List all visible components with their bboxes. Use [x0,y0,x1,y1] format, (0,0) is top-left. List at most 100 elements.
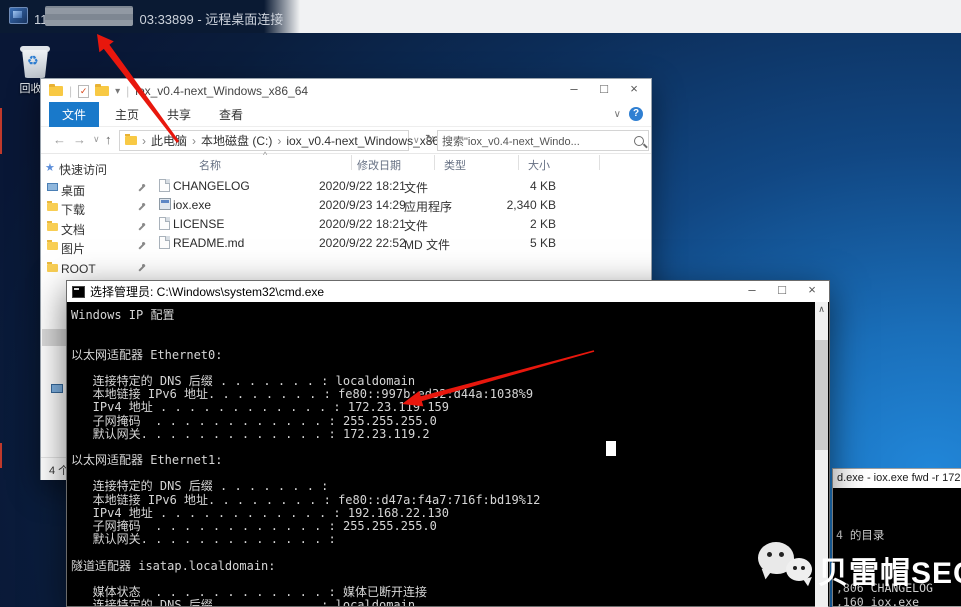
rdp-titlebar[interactable]: 1103:33899 - 远程桌面连接 [0,0,961,33]
folder-icon [47,264,58,272]
file-icon [159,217,170,230]
forward-icon[interactable]: → [73,132,86,147]
tab-home[interactable]: 主页 [103,102,151,127]
pin-icon [137,223,146,232]
file-row-changelog[interactable]: CHANGELOG 2020/9/22 18:21 文件 4 KB [153,177,651,195]
sidebar-item-pictures[interactable]: 图片 [42,238,152,256]
close-button[interactable]: × [619,80,649,100]
desktop-icon [47,183,58,191]
breadcrumb-this-pc[interactable]: 此电脑 [151,132,187,149]
sidebar-item-downloads[interactable]: 下载 [42,199,152,217]
cmd-window: 选择管理员: C:\Windows\system32\cmd.exe – □ ×… [66,280,830,607]
column-type[interactable]: 类型 [444,157,466,173]
console-line: 本地链接 IPv6 地址. . . . . . . . : fe80::d47a… [71,494,816,507]
column-size[interactable]: 大小 [528,157,550,173]
watermark-text: 贝雷帽SEC [818,548,961,592]
console-line: IPv4 地址 . . . . . . . . . . . . : 172.23… [71,401,816,414]
ribbon-tabs: 文件 主页 共享 查看 [41,103,651,127]
console-line: 连接特定的 DNS 后缀 . . . . . . . : localdomain [71,599,816,606]
sort-asc-icon: ^ [263,150,267,160]
file-row-readme[interactable]: README.md 2020/9/22 22:52 MD 文件 5 KB [153,234,651,252]
redacted-ip-mosaic [45,6,133,26]
column-headers: 名称 ^ 修改日期 类型 大小 [153,154,651,172]
explorer-window-controls: – □ × [559,80,649,100]
console-line [71,546,816,559]
exe-file-icon [159,198,171,210]
screen-edge-artifact [0,108,2,154]
tab-view[interactable]: 查看 [207,102,255,127]
search-input[interactable]: 搜索"iox_v0.4-next_Windo... [437,130,649,151]
breadcrumb[interactable]: › 此电脑 › 本地磁盘 (C:) › iox_v0.4-next_Window… [119,130,409,151]
minimize-button[interactable]: – [737,281,767,300]
console-line [71,322,816,335]
console-line [71,573,816,586]
pin-icon [137,203,146,212]
search-icon [634,136,644,146]
scroll-up-icon[interactable]: ∧ [815,302,828,316]
star-icon: ★ [45,161,55,174]
console-line: Windows IP 配置 [71,309,816,322]
console-line: 子网掩码 . . . . . . . . . . . . : 255.255.2… [71,415,816,428]
up-icon[interactable]: ↑ [105,132,112,147]
column-date[interactable]: 修改日期 [357,157,401,173]
pin-icon [137,242,146,251]
cmd-titlebar[interactable]: 选择管理员: C:\Windows\system32\cmd.exe [67,281,829,302]
new-folder-icon[interactable] [95,86,109,96]
console-line [71,362,816,375]
minimize-button[interactable]: – [559,80,589,100]
file-row-iox-exe[interactable]: iox.exe 2020/9/23 14:29 应用程序 2,340 KB [153,196,651,214]
maximize-button[interactable]: □ [767,281,797,300]
sidebar-item-root[interactable]: ROOT [42,260,152,278]
recycle-icon: ♻ [27,54,39,67]
this-pc-icon [51,384,63,393]
breadcrumb-drive-c[interactable]: 本地磁盘 (C:) [201,132,272,149]
sidebar-item-desktop[interactable]: 桌面 [42,180,152,198]
file-icon [159,179,170,192]
cmd-icon [72,286,85,298]
address-bar: ← → ∨ ↑ › 此电脑 › 本地磁盘 (C:) › iox_v0.4-nex… [41,127,651,154]
recent-locations-icon[interactable]: ∨ [93,134,100,145]
console-line [71,335,816,348]
watermark: 贝雷帽SEC [752,540,952,600]
qat-customize-icon[interactable]: ▾ [115,86,120,97]
documents-icon [47,223,58,231]
address-dropdown-icon[interactable]: ∨ [413,135,420,146]
sidebar-quick-access[interactable]: ★ 快速访问 [42,159,152,177]
cmd-window-controls: – □ × [737,281,827,300]
downloads-icon [47,203,58,211]
column-name[interactable]: 名称 [199,157,221,173]
console-line: 默认网关. . . . . . . . . . . . . : [71,533,816,546]
iox-console-titlebar[interactable]: d.exe - iox.exe fwd -r 172.23 [833,469,961,488]
search-text: 搜索"iox_v0.4-next_Windo... [442,133,630,149]
folder-icon [125,136,137,145]
pin-icon [137,264,146,273]
tab-file[interactable]: 文件 [49,102,99,127]
screen-edge-artifact [0,443,2,468]
console-line: 默认网关. . . . . . . . . . . . . : 172.23.1… [71,428,816,441]
console-line: 连接特定的 DNS 后缀 . . . . . . . : [71,480,816,493]
ribbon-collapse-icon[interactable]: ∨ [614,109,621,120]
properties-check-icon[interactable]: ✓ [78,85,89,98]
scrollbar-thumb[interactable] [815,340,828,450]
explorer-title: iox_v0.4-next_Windows_x86_64 [135,84,308,98]
remote-desktop-icon [9,7,28,24]
close-button[interactable]: × [797,281,827,300]
maximize-button[interactable]: □ [589,80,619,100]
file-icon [159,236,170,249]
tab-share[interactable]: 共享 [155,102,203,127]
pictures-icon [47,242,58,250]
console-line: 隧道适配器 isatap.localdomain: [71,560,816,573]
cmd-output[interactable]: Windows IP 配置 以太网适配器 Ethernet0: 连接特定的 DN… [68,302,816,606]
refresh-icon[interactable]: ↻ [425,132,435,146]
pin-icon [137,184,146,193]
back-icon[interactable]: ← [53,132,66,147]
cmd-title-text: 选择管理员: C:\Windows\system32\cmd.exe [90,283,324,300]
sidebar-item-documents[interactable]: 文档 [42,219,152,237]
cmd-cursor-block [606,441,616,456]
file-row-license[interactable]: LICENSE 2020/9/22 18:21 文件 2 KB [153,215,651,233]
console-line: 以太网适配器 Ethernet0: [71,349,816,362]
help-icon[interactable]: ? [629,107,643,121]
folder-icon [49,86,63,96]
console-line: 以太网适配器 Ethernet1: [71,454,816,467]
ribbon-right-controls: ∨ ? [614,107,643,121]
